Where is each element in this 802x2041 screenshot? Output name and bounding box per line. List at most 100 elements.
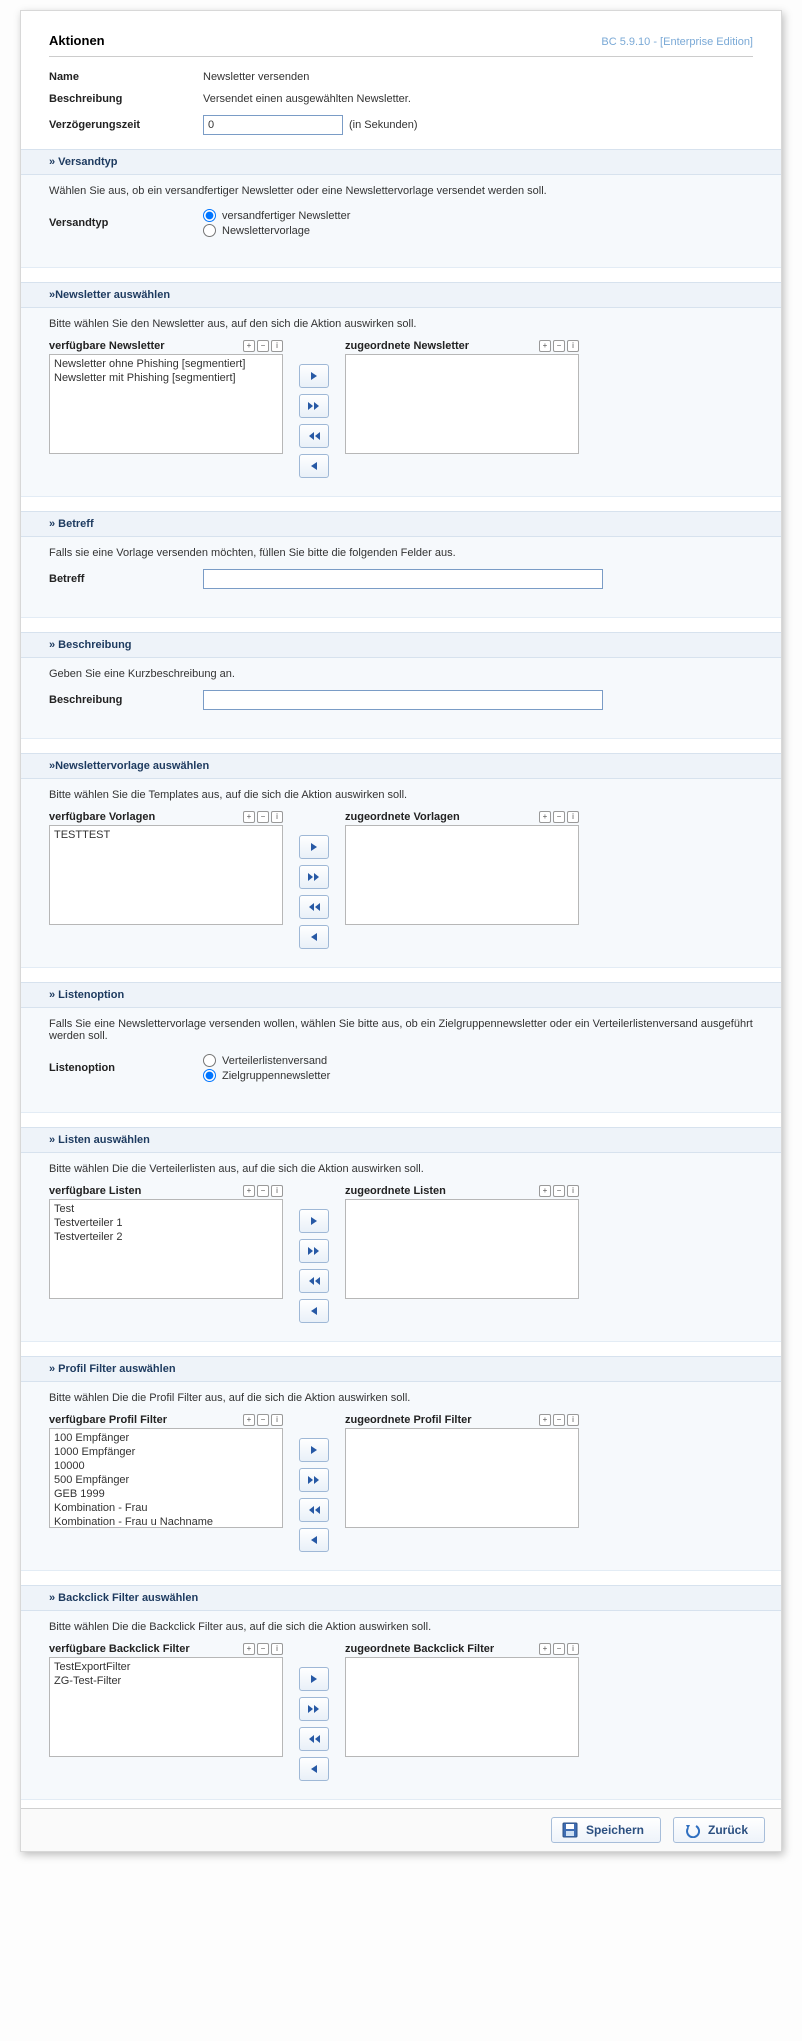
info-icon[interactable]: i: [271, 1643, 283, 1655]
page-title: Aktionen: [49, 33, 105, 48]
back-button[interactable]: Zurück: [673, 1817, 765, 1843]
listen-left-title: verfügbare Listen: [49, 1185, 141, 1197]
backclick-assigned-list[interactable]: [345, 1657, 579, 1757]
profil-assigned-list[interactable]: [345, 1428, 579, 1528]
collapse-icon[interactable]: −: [257, 811, 269, 823]
move-right-button[interactable]: [299, 1667, 329, 1691]
info-icon[interactable]: i: [271, 811, 283, 823]
list-item[interactable]: TestExportFilter: [52, 1660, 280, 1674]
list-item[interactable]: Testverteiler 1: [52, 1216, 280, 1230]
move-left-button[interactable]: [299, 1299, 329, 1323]
radio-vorlage-label: Newslettervorlage: [222, 225, 310, 237]
info-icon[interactable]: i: [271, 1185, 283, 1197]
move-right-button[interactable]: [299, 364, 329, 388]
move-right-button[interactable]: [299, 1209, 329, 1233]
section-versandtyp: Wählen Sie aus, ob ein versandfertiger N…: [21, 175, 781, 268]
profil-available-list[interactable]: 100 Empfänger1000 Empfänger10000500 Empf…: [49, 1428, 283, 1528]
save-button[interactable]: Speichern: [551, 1817, 661, 1843]
expand-icon[interactable]: +: [539, 811, 551, 823]
list-item[interactable]: 10000: [52, 1459, 280, 1473]
header: Aktionen BC 5.9.10 - [Enterprise Edition…: [49, 33, 753, 57]
info-icon[interactable]: i: [567, 1185, 579, 1197]
collapse-icon[interactable]: −: [257, 340, 269, 352]
radio-versandfertig[interactable]: [203, 209, 216, 222]
radio-verteilerliste[interactable]: [203, 1054, 216, 1067]
move-all-right-button[interactable]: [299, 1468, 329, 1492]
delay-input[interactable]: [203, 115, 343, 135]
newsletter-desc: Bitte wählen Sie den Newsletter aus, auf…: [49, 318, 753, 330]
move-left-button[interactable]: [299, 1528, 329, 1552]
move-left-button[interactable]: [299, 925, 329, 949]
vorlage-available-list[interactable]: TESTTEST: [49, 825, 283, 925]
move-left-button[interactable]: [299, 454, 329, 478]
betreff-input[interactable]: [203, 569, 603, 589]
vorlage-assigned-list[interactable]: [345, 825, 579, 925]
radio-zielgruppe[interactable]: [203, 1069, 216, 1082]
backclick-left-title: verfügbare Backclick Filter: [49, 1643, 190, 1655]
list-item[interactable]: Kombination - Frau: [52, 1501, 280, 1515]
radio-vorlage[interactable]: [203, 224, 216, 237]
move-all-left-button[interactable]: [299, 895, 329, 919]
list-item[interactable]: Kombination - Frau u Nachname: [52, 1515, 280, 1528]
move-all-left-button[interactable]: [299, 1498, 329, 1522]
profil-desc: Bitte wählen Die die Profil Filter aus, …: [49, 1392, 753, 1404]
listen-assigned-list[interactable]: [345, 1199, 579, 1299]
move-all-left-button[interactable]: [299, 1727, 329, 1751]
profil-right-title: zugeordnete Profil Filter: [345, 1414, 472, 1426]
expand-icon[interactable]: +: [539, 1643, 551, 1655]
vorlage-left-title: verfügbare Vorlagen: [49, 811, 155, 823]
expand-icon[interactable]: +: [539, 1185, 551, 1197]
move-right-button[interactable]: [299, 835, 329, 859]
move-right-button[interactable]: [299, 1438, 329, 1462]
expand-icon[interactable]: +: [243, 1185, 255, 1197]
expand-icon[interactable]: +: [243, 1414, 255, 1426]
move-all-right-button[interactable]: [299, 1697, 329, 1721]
section-listen: Bitte wählen Die die Verteilerlisten aus…: [21, 1153, 781, 1342]
betreff-label: Betreff: [49, 573, 203, 585]
list-item[interactable]: Testverteiler 2: [52, 1230, 280, 1244]
move-all-left-button[interactable]: [299, 1269, 329, 1293]
expand-icon[interactable]: +: [243, 1643, 255, 1655]
expand-icon[interactable]: +: [243, 340, 255, 352]
expand-icon[interactable]: +: [539, 1414, 551, 1426]
move-all-left-button[interactable]: [299, 424, 329, 448]
move-all-right-button[interactable]: [299, 394, 329, 418]
info-icon[interactable]: i: [271, 340, 283, 352]
collapse-icon[interactable]: −: [553, 340, 565, 352]
list-item[interactable]: Test: [52, 1202, 280, 1216]
move-all-right-button[interactable]: [299, 1239, 329, 1263]
list-item[interactable]: 100 Empfänger: [52, 1431, 280, 1445]
expand-icon[interactable]: +: [539, 340, 551, 352]
footer: Speichern Zurück: [21, 1808, 781, 1851]
list-item[interactable]: Newsletter ohne Phishing [segmentiert]: [52, 357, 280, 371]
list-item[interactable]: ZG-Test-Filter: [52, 1674, 280, 1688]
listen-available-list[interactable]: TestTestverteiler 1Testverteiler 2: [49, 1199, 283, 1299]
info-icon[interactable]: i: [567, 340, 579, 352]
list-item[interactable]: 1000 Empfänger: [52, 1445, 280, 1459]
list-item[interactable]: GEB 1999: [52, 1487, 280, 1501]
collapse-icon[interactable]: −: [257, 1414, 269, 1426]
info-icon[interactable]: i: [567, 811, 579, 823]
collapse-icon[interactable]: −: [553, 1643, 565, 1655]
collapse-icon[interactable]: −: [553, 1185, 565, 1197]
collapse-icon[interactable]: −: [257, 1185, 269, 1197]
beschreibung-input[interactable]: [203, 690, 603, 710]
info-icon[interactable]: i: [271, 1414, 283, 1426]
list-item[interactable]: TESTTEST: [52, 828, 280, 842]
list-item[interactable]: Newsletter mit Phishing [segmentiert]: [52, 371, 280, 385]
version-label: BC 5.9.10 - [Enterprise Edition]: [601, 36, 753, 48]
backclick-available-list[interactable]: TestExportFilterZG-Test-Filter: [49, 1657, 283, 1757]
newsletter-available-list[interactable]: Newsletter ohne Phishing [segmentiert]Ne…: [49, 354, 283, 454]
move-all-right-button[interactable]: [299, 865, 329, 889]
collapse-icon[interactable]: −: [257, 1643, 269, 1655]
list-item[interactable]: 500 Empfänger: [52, 1473, 280, 1487]
move-left-button[interactable]: [299, 1757, 329, 1781]
newsletter-assigned-list[interactable]: [345, 354, 579, 454]
info-icon[interactable]: i: [567, 1643, 579, 1655]
info-icon[interactable]: i: [567, 1414, 579, 1426]
expand-icon[interactable]: +: [243, 811, 255, 823]
beschreibung-desc: Geben Sie eine Kurzbeschreibung an.: [49, 668, 753, 680]
radio-verteilerliste-label: Verteilerlistenversand: [222, 1055, 327, 1067]
collapse-icon[interactable]: −: [553, 1414, 565, 1426]
collapse-icon[interactable]: −: [553, 811, 565, 823]
